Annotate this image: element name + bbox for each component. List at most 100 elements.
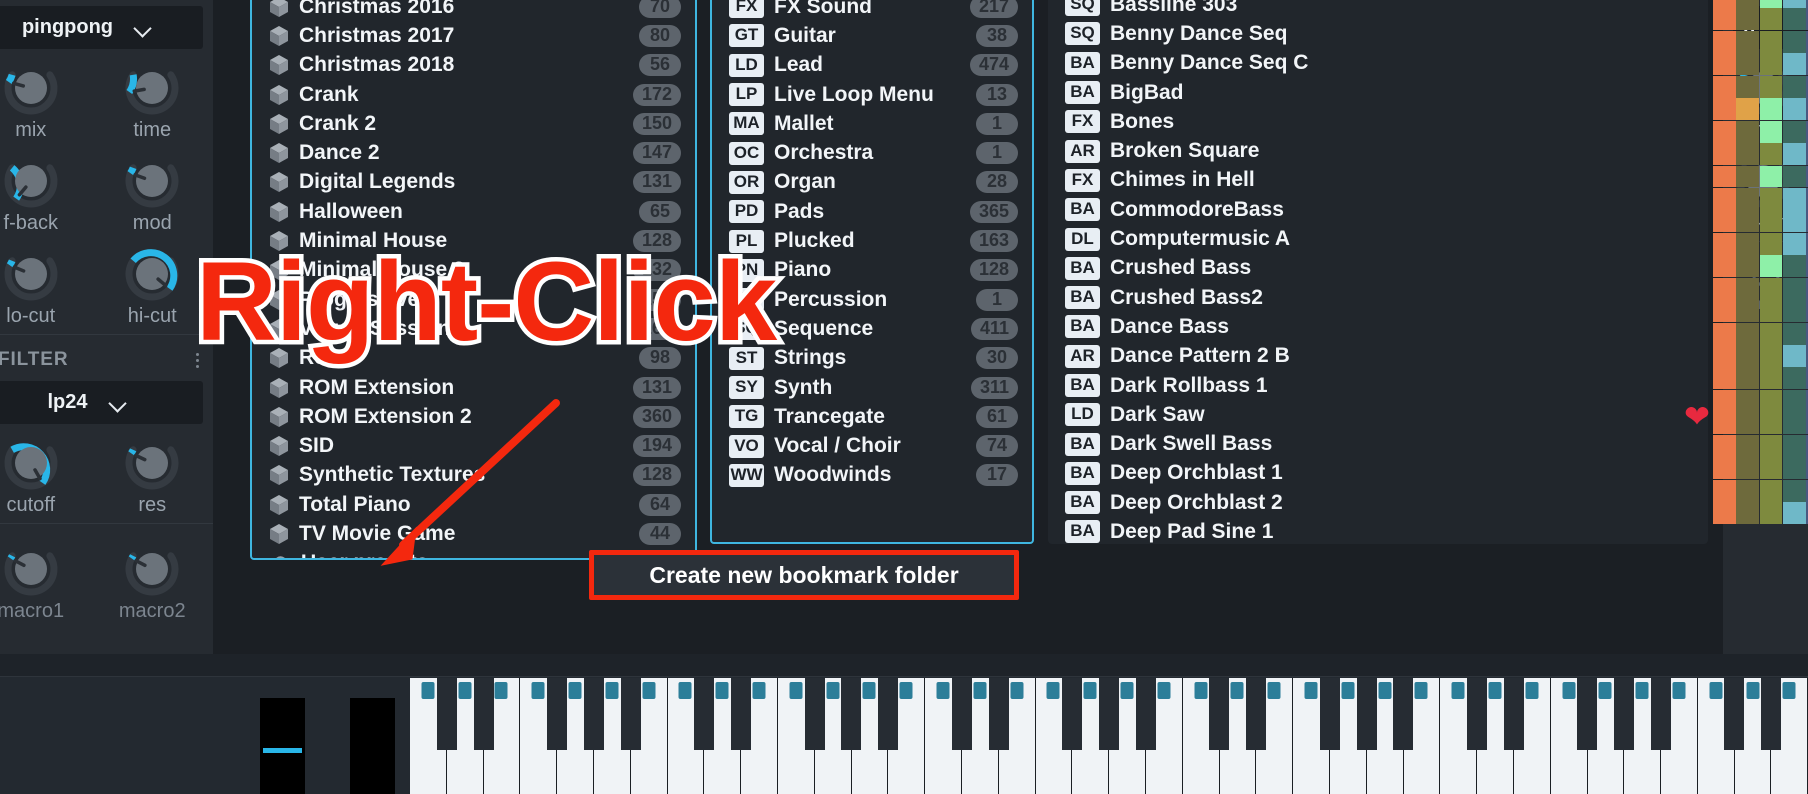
bookmark-row[interactable]: Halloween 65: [252, 197, 695, 226]
color-cell[interactable]: [1782, 502, 1806, 524]
piano-black-key[interactable]: [1577, 678, 1598, 750]
piano-black-key[interactable]: [583, 678, 604, 750]
color-cell[interactable]: [1782, 165, 1806, 188]
macro-knob-macro2[interactable]: macro2: [92, 530, 214, 623]
color-cell[interactable]: [1759, 255, 1783, 278]
filter-type-selector[interactable]: lp24: [0, 381, 203, 424]
color-cell[interactable]: [1782, 75, 1806, 98]
color-cell[interactable]: [1759, 187, 1783, 210]
color-cell[interactable]: [1736, 457, 1760, 480]
color-cell[interactable]: [1759, 120, 1783, 143]
preset-row[interactable]: DL Computermusic A: [1048, 224, 1708, 253]
category-row[interactable]: WW Woodwinds 17: [712, 461, 1032, 490]
filter-knob-cutoff-dial[interactable]: [2, 434, 60, 492]
piano-black-key[interactable]: [1099, 678, 1119, 750]
color-cell[interactable]: [1759, 322, 1783, 345]
color-cell[interactable]: [1713, 187, 1736, 210]
piano-black-key[interactable]: [620, 678, 641, 750]
preset-color-matrix[interactable]: [1713, 0, 1808, 524]
color-cell[interactable]: [1713, 345, 1736, 367]
color-cell[interactable]: [1713, 165, 1736, 188]
color-cell[interactable]: [1782, 479, 1806, 502]
macro-knob-macro1[interactable]: macro1: [0, 530, 92, 623]
piano-keyboard[interactable]: [410, 678, 1808, 794]
piano-black-key[interactable]: [1209, 678, 1230, 750]
delay-knob-hi-cut-dial[interactable]: [123, 245, 181, 303]
color-cell[interactable]: [1736, 277, 1760, 300]
preset-row[interactable]: BA CommodoreBass: [1048, 195, 1708, 224]
color-cell[interactable]: [1759, 300, 1783, 323]
filter-knob-res[interactable]: res: [92, 424, 214, 517]
category-row[interactable]: SY Synth 311: [712, 373, 1032, 402]
delay-knob-lo-cut-dial[interactable]: [2, 245, 60, 303]
pitch-wheel[interactable]: [260, 698, 305, 794]
preset-row[interactable]: FX Chimes in Hell: [1048, 166, 1708, 195]
color-cell[interactable]: [1736, 502, 1760, 524]
color-cell[interactable]: [1759, 434, 1783, 457]
delay-knob-mod-dial[interactable]: [123, 152, 181, 210]
color-cell[interactable]: [1713, 98, 1736, 121]
color-cell[interactable]: [1713, 53, 1736, 76]
delay-knob-mix[interactable]: mix: [0, 49, 92, 142]
color-cell[interactable]: [1759, 345, 1783, 367]
color-cell[interactable]: [1736, 210, 1760, 233]
piano-black-key[interactable]: [473, 678, 494, 750]
preset-row[interactable]: BA BigBad: [1048, 78, 1708, 107]
color-cell[interactable]: [1713, 300, 1736, 323]
color-cell[interactable]: [1759, 232, 1783, 255]
color-cell[interactable]: [1759, 367, 1783, 390]
color-cell[interactable]: [1759, 165, 1783, 188]
color-cell[interactable]: [1713, 457, 1736, 480]
color-cell[interactable]: [1782, 143, 1806, 165]
color-cell[interactable]: [1782, 412, 1806, 435]
color-cell[interactable]: [1713, 143, 1736, 165]
bookmark-row[interactable]: Christmas 2017 80: [252, 21, 695, 50]
category-row[interactable]: MA Mallet 1: [712, 109, 1032, 138]
color-cell[interactable]: [1759, 143, 1783, 165]
delay-knob-f-back[interactable]: f-back: [0, 142, 92, 235]
preset-row[interactable]: AR Broken Square: [1048, 136, 1708, 165]
macro-knob-macro2-dial[interactable]: [123, 540, 181, 598]
color-cell[interactable]: [1713, 8, 1736, 31]
mod-wheel[interactable]: [350, 698, 395, 794]
color-cell[interactable]: [1736, 0, 1760, 8]
delay-knob-f-back-dial[interactable]: [2, 152, 60, 210]
piano-black-key[interactable]: [878, 678, 899, 750]
color-cell[interactable]: [1759, 30, 1783, 53]
color-cell[interactable]: [1782, 187, 1806, 210]
color-cell[interactable]: [1713, 75, 1736, 98]
category-row[interactable]: VO Vocal / Choir 74: [712, 431, 1032, 460]
piano-black-key[interactable]: [436, 678, 457, 750]
preset-row[interactable]: BA Dark Swell Bass: [1048, 429, 1708, 458]
color-cell[interactable]: [1713, 255, 1736, 278]
color-cell[interactable]: [1736, 479, 1760, 502]
color-cell[interactable]: [1782, 232, 1806, 255]
color-cell[interactable]: [1736, 120, 1760, 143]
color-cell[interactable]: [1782, 457, 1806, 480]
color-cell[interactable]: [1759, 277, 1783, 300]
piano-black-key[interactable]: [1650, 678, 1671, 750]
piano-black-key[interactable]: [694, 678, 715, 750]
category-row[interactable]: FX FX Sound 217: [712, 0, 1032, 21]
delay-knob-mix-dial[interactable]: [2, 59, 60, 117]
filter-knob-cutoff[interactable]: cutoff: [0, 424, 92, 517]
color-cell[interactable]: [1736, 389, 1760, 412]
color-cell[interactable]: [1736, 255, 1760, 278]
heart-icon[interactable]: ❤: [1684, 399, 1710, 435]
piano-black-key[interactable]: [951, 678, 972, 750]
color-cell[interactable]: [1713, 0, 1736, 8]
color-cell[interactable]: [1736, 232, 1760, 255]
color-cell[interactable]: [1759, 389, 1783, 412]
color-cell[interactable]: [1736, 412, 1760, 435]
color-cell[interactable]: [1782, 53, 1806, 76]
delay-knob-mod[interactable]: mod: [92, 142, 214, 235]
color-cell[interactable]: [1782, 8, 1806, 31]
category-row[interactable]: PD Pads 365: [712, 197, 1032, 226]
color-cell[interactable]: [1782, 0, 1806, 8]
color-cell[interactable]: [1759, 210, 1783, 233]
color-cell[interactable]: [1759, 502, 1783, 524]
color-cell[interactable]: [1736, 8, 1760, 31]
macro-knob-macro1-dial[interactable]: [2, 540, 60, 598]
preset-row[interactable]: SQ Bassline 303: [1048, 0, 1708, 19]
piano-black-key[interactable]: [804, 678, 825, 750]
